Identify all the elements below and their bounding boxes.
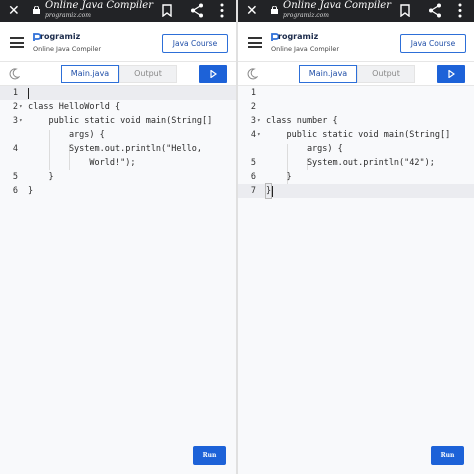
lock-icon — [271, 6, 278, 14]
line-number: 5 — [12, 172, 18, 182]
tab-output[interactable]: Output — [357, 65, 415, 83]
code-text: } — [28, 186, 34, 196]
code-text: System.out.println("42"); — [266, 158, 435, 168]
java-course-button[interactable]: Java Course — [162, 34, 228, 53]
fold-arrow-icon[interactable]: ▾ — [257, 114, 261, 128]
dark-mode-icon[interactable] — [246, 68, 258, 80]
run-floating-button[interactable]: Run — [431, 446, 464, 465]
close-tab-icon[interactable]: ✕ — [8, 2, 20, 20]
run-button[interactable] — [437, 65, 465, 83]
text-cursor — [272, 186, 273, 197]
editor-toolbar: Main.java Output — [238, 62, 474, 86]
app-subtitle: Online Java Compiler — [33, 45, 102, 53]
fold-arrow-icon[interactable]: ▾ — [19, 100, 23, 114]
bookmark-icon[interactable] — [400, 4, 410, 17]
more-menu-icon[interactable] — [457, 3, 463, 18]
more-menu-icon[interactable] — [219, 3, 225, 18]
code-editor[interactable]: 1 2 ▾ class HelloWorld { 3 ▾ public stat… — [0, 86, 236, 474]
code-line: 1 — [0, 86, 236, 100]
play-icon — [210, 70, 217, 78]
text-cursor — [28, 88, 29, 99]
fold-arrow-icon[interactable]: ▾ — [19, 114, 23, 128]
browser-url[interactable]: programiz.com — [45, 12, 91, 20]
hamburger-menu-icon[interactable] — [248, 37, 262, 48]
tab-output[interactable]: Output — [119, 65, 177, 83]
app-header: rogramiz Online Java Compiler Java Cours… — [238, 22, 474, 62]
code-line: 5 System.out.println("42"); — [238, 156, 474, 170]
close-tab-icon[interactable]: ✕ — [246, 2, 258, 20]
code-line: 3 ▾ public static void main(String[] — [0, 114, 236, 128]
code-line: 1 — [238, 86, 474, 100]
play-icon — [448, 70, 455, 78]
line-number: 1 — [12, 88, 18, 98]
brand-name: rogramiz — [40, 32, 81, 41]
code-line: 2 ▾ class HelloWorld { — [0, 100, 236, 114]
code-editor[interactable]: 1 2 3 ▾ class number { 4 ▾ public static… — [238, 86, 474, 474]
programiz-logo[interactable]: rogramiz — [271, 31, 351, 43]
java-course-button[interactable]: Java Course — [400, 34, 466, 53]
dark-mode-icon[interactable] — [8, 68, 20, 80]
browser-url[interactable]: programiz.com — [283, 12, 329, 20]
code-text: args) { — [28, 130, 105, 140]
run-floating-button[interactable]: Run — [193, 446, 226, 465]
app-header: rogramiz Online Java Compiler Java Cours… — [0, 22, 236, 62]
line-number: 2 — [12, 102, 18, 112]
share-icon[interactable] — [190, 3, 204, 18]
code-text: args) { — [266, 144, 343, 154]
programiz-logo[interactable]: rogramiz — [33, 31, 113, 43]
line-number: 4 — [12, 144, 18, 154]
browser-page-title: Online Java Compiler — [45, 0, 153, 11]
left-screen: ✕ Online Java Compiler programiz.com rog… — [0, 0, 236, 474]
code-text: } — [28, 172, 54, 182]
browser-bar: ✕ Online Java Compiler programiz.com — [238, 0, 474, 22]
code-line: 5 } — [0, 170, 236, 184]
code-line: World!"); — [0, 156, 236, 170]
code-line: 6 } — [0, 184, 236, 198]
browser-page-title: Online Java Compiler — [283, 0, 391, 11]
line-number: 5 — [250, 158, 256, 168]
code-text: World!"); — [28, 158, 136, 168]
fold-arrow-icon[interactable]: ▾ — [257, 128, 261, 142]
line-number: 3 — [250, 116, 256, 126]
line-number: 6 — [12, 186, 18, 196]
line-number: 4 — [250, 130, 256, 140]
line-number: 6 — [250, 172, 256, 182]
line-number: 2 — [250, 102, 256, 112]
code-text: System.out.println("Hello, — [28, 144, 202, 154]
code-text: class HelloWorld { — [28, 102, 121, 112]
share-icon[interactable] — [428, 3, 442, 18]
code-line: 4 ▾ public static void main(String[] — [238, 128, 474, 142]
tab-main-java[interactable]: Main.java — [61, 65, 119, 83]
code-text: public static void main(String[] — [28, 116, 213, 126]
code-line: 3 ▾ class number { — [238, 114, 474, 128]
brand-name: rogramiz — [278, 32, 319, 41]
hamburger-menu-icon[interactable] — [10, 37, 24, 48]
code-line: 2 — [238, 100, 474, 114]
code-text: public static void main(String[] — [266, 130, 451, 140]
code-text: } — [266, 172, 292, 182]
code-line: 6 } — [238, 170, 474, 184]
right-screen: ✕ Online Java Compiler programiz.com rog… — [238, 0, 474, 474]
browser-bar: ✕ Online Java Compiler programiz.com — [0, 0, 236, 22]
line-number: 1 — [250, 88, 256, 98]
code-text: class number { — [266, 116, 338, 126]
code-line: args) { — [238, 142, 474, 156]
run-button[interactable] — [199, 65, 227, 83]
line-number: 3 — [12, 116, 18, 126]
editor-toolbar: Main.java Output — [0, 62, 236, 86]
lock-icon — [33, 6, 40, 14]
tab-main-java[interactable]: Main.java — [299, 65, 357, 83]
app-subtitle: Online Java Compiler — [271, 45, 340, 53]
code-line: 7 } — [238, 183, 474, 199]
code-line: 4 System.out.println("Hello, — [0, 142, 236, 156]
code-line: args) { — [0, 128, 236, 142]
line-number: 7 — [250, 186, 256, 196]
bookmark-icon[interactable] — [162, 4, 172, 17]
code-text: } — [264, 183, 273, 199]
